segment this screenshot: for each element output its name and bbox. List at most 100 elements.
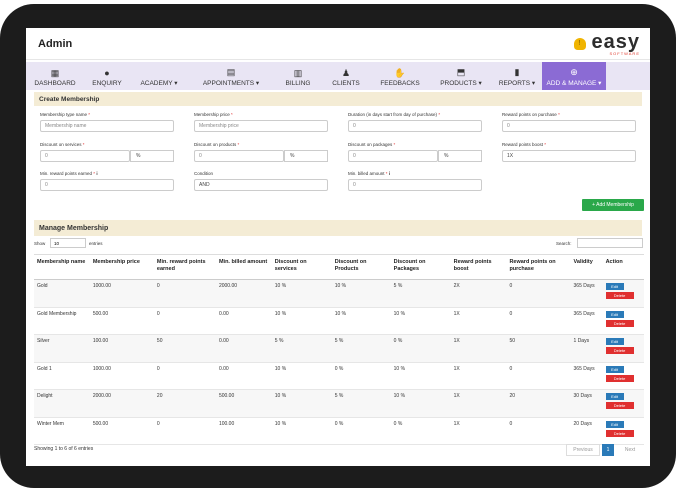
membership-name-input[interactable]: Membership name [40, 120, 174, 132]
action-cell: Edit Delete [602, 307, 644, 335]
table-cell: 5 % [331, 389, 391, 418]
delete-button[interactable]: Delete [605, 347, 634, 354]
table-cell: 2000.00 [89, 389, 154, 418]
nav-item-5[interactable]: ♟ CLIENTS [322, 62, 370, 90]
column-header[interactable]: Discount on services [271, 254, 332, 280]
reward-boost-select[interactable]: 1X [502, 150, 636, 162]
action-cell: Edit Delete [602, 362, 644, 390]
table-row: Gold 1000.00 0 2000.00 10 % 10 % 5 % 2X 0 365 Day… [34, 279, 644, 308]
label-name: Membership type name * [40, 112, 91, 117]
nav-item-8[interactable]: ▮ REPORTS ▾ [492, 62, 542, 90]
nav-item-3[interactable]: ▤ APPOINTMENTS ▾ [188, 62, 274, 90]
table-cell: 365 Days [570, 362, 603, 390]
percent-addon: % [284, 150, 328, 162]
column-header[interactable]: Membership name [34, 254, 90, 280]
show-label: Show [34, 241, 46, 246]
discount-products-input[interactable]: 0 [194, 150, 284, 162]
table-cell: 0 [506, 307, 571, 335]
table-cell: 0 % [390, 417, 451, 445]
min-billed-input[interactable]: 0 [348, 179, 482, 191]
label-disc-services: Discount on services * [40, 142, 85, 147]
nav-item-6[interactable]: ✋ FEEDBACKS [370, 62, 430, 90]
delete-button[interactable]: Delete [605, 402, 634, 409]
action-cell: Edit Delete [602, 389, 644, 418]
column-header[interactable]: Validity [570, 254, 603, 280]
nav-label: BILLING [285, 80, 311, 87]
table-cell: 10 % [271, 307, 332, 335]
manage-section-header: Manage Membership [34, 220, 642, 236]
table-cell: 10 % [390, 362, 451, 390]
label-price: Membership price * [194, 112, 233, 117]
table-cell: 1X [450, 307, 507, 335]
table-row: Delight 2000.00 20 500.00 10 % 5 % 10 % 1X 20 30 … [34, 389, 644, 418]
table-cell: 1X [450, 389, 507, 418]
nav-item-9[interactable]: ⊕ ADD & MANAGE ▾ [542, 62, 606, 90]
page-1-button[interactable]: 1 [602, 444, 614, 456]
nav-label: FEEDBACKS [380, 80, 420, 87]
table-cell: 10 % [271, 362, 332, 390]
action-cell: Edit Delete [602, 417, 644, 445]
edit-button[interactable]: Edit [605, 310, 624, 318]
table-cell: 365 Days [570, 279, 603, 308]
duration-input[interactable]: 0 [348, 120, 482, 132]
label-reward: Reward points on purchase * [502, 112, 560, 117]
column-header[interactable]: Min. billed amount [215, 254, 272, 280]
table-cell: 0 [153, 307, 216, 335]
delete-button[interactable]: Delete [605, 429, 634, 437]
nav-item-2[interactable]: ACADEMY ▾ [130, 62, 188, 90]
label-min-reward: Min. reward points earned * i [40, 171, 98, 176]
nav-item-4[interactable]: ▥ BILLING [274, 62, 322, 90]
table-cell: Gold [34, 279, 90, 308]
min-reward-input[interactable]: 0 [40, 179, 174, 191]
page-length-select[interactable]: 10 [50, 238, 86, 248]
delete-button[interactable]: Delete [605, 374, 634, 382]
prev-page-button[interactable]: Previous [566, 444, 600, 456]
edit-button[interactable]: Edit [605, 420, 624, 428]
table-cell: 0.00 [215, 334, 272, 363]
membership-price-input[interactable]: Membership price [194, 120, 328, 132]
column-header[interactable]: Membership price [89, 254, 154, 280]
table-cell: 1X [450, 334, 507, 363]
calendar-icon: ▤ [226, 67, 236, 77]
percent-addon: % [130, 150, 174, 162]
nav-item-0[interactable]: ▦ DASHBOARD [26, 62, 84, 90]
reward-points-input[interactable]: 0 [502, 120, 636, 132]
edit-button[interactable]: Edit [605, 393, 624, 400]
table-cell: 10 % [271, 389, 332, 418]
nav-label: DASHBOARD [34, 80, 76, 87]
discount-packages-input[interactable]: 0 [348, 150, 438, 162]
nav-label: CLIENTS [332, 80, 360, 87]
column-header[interactable]: Discount on Products [331, 254, 391, 280]
table-cell: 500.00 [89, 417, 154, 445]
delete-button[interactable]: Delete [605, 292, 634, 299]
table-cell: 0 [506, 279, 571, 308]
edit-button[interactable]: Edit [605, 283, 624, 290]
table-cell: 0 [506, 417, 571, 445]
app-screen: Admin ! easy SOFTWARE ▦ DASHBOARD ● ENQUIRY… [26, 28, 650, 466]
label-condition: Condition [194, 171, 214, 176]
search-input[interactable] [577, 238, 643, 248]
table-cell: 0 [153, 417, 216, 445]
label-disc-products: Discount on products * [194, 142, 240, 147]
table-cell: 2X [450, 279, 507, 308]
table-cell: 2000.00 [215, 279, 272, 308]
column-header[interactable]: Action [602, 254, 644, 280]
condition-select[interactable]: AND [194, 179, 328, 191]
next-page-button[interactable]: Next [616, 444, 644, 456]
delete-button[interactable]: Delete [605, 319, 634, 327]
discount-services-input[interactable]: 0 [40, 150, 130, 162]
nav-item-7[interactable]: ⬒ PRODUCTS ▾ [430, 62, 492, 90]
column-header[interactable]: Discount on Packages [390, 254, 451, 280]
column-header[interactable]: Min. reward points earned [153, 254, 216, 280]
nav-item-1[interactable]: ● ENQUIRY [84, 62, 130, 90]
table-cell: Winter Mem [34, 417, 90, 445]
table-cell: 0 % [331, 362, 391, 390]
column-header[interactable]: Reward points boost [450, 254, 507, 280]
nav-label: ACADEMY ▾ [140, 80, 178, 87]
bell-icon[interactable]: ! [573, 37, 586, 50]
table-cell: 1X [450, 362, 507, 390]
edit-button[interactable]: Edit [605, 338, 624, 345]
edit-button[interactable]: Edit [605, 365, 624, 373]
column-header[interactable]: Reward points on purchase [506, 254, 571, 280]
add-membership-button[interactable]: + Add Membership [582, 199, 644, 211]
